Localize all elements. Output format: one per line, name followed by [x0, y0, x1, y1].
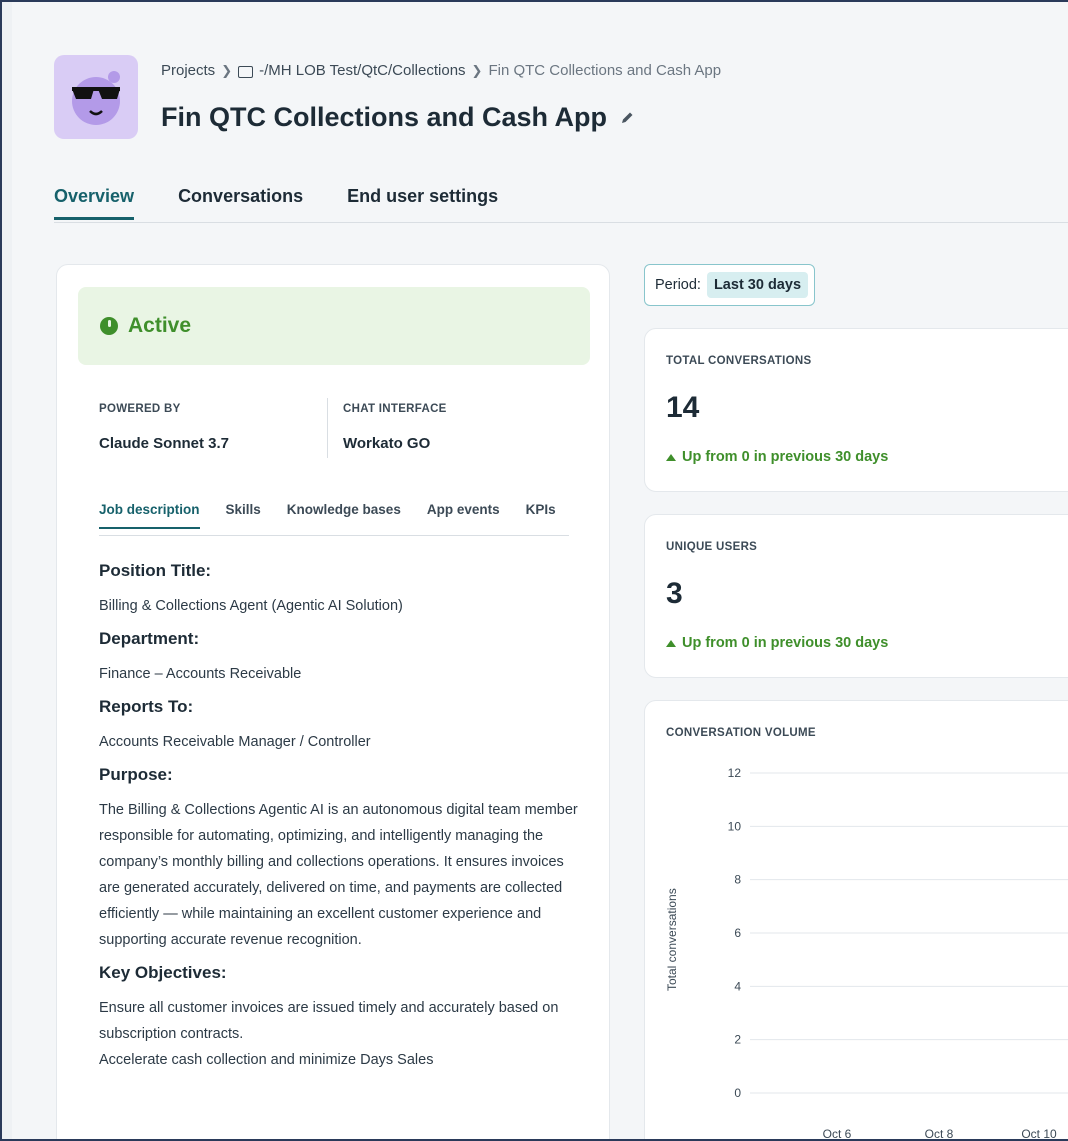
objectives-heading: Key Objectives:	[99, 963, 227, 982]
job-description: Position Title: Billing & Collections Ag…	[99, 561, 579, 1083]
tab-conversations[interactable]: Conversations	[178, 186, 303, 220]
reports-to-text: Accounts Receivable Manager / Controller	[99, 734, 371, 750]
x-tick-label: Oct 8	[925, 1127, 954, 1139]
conversation-volume-card: CONVERSATION VOLUME Total conversations …	[644, 700, 1068, 1139]
objective-1: Ensure all customer invoices are issued …	[99, 1000, 559, 1042]
app-frame: Projects ❯ -/MH LOB Test/QtC/Collections…	[2, 2, 1068, 1139]
tab-divider	[54, 222, 1068, 223]
unique-users-trend: Up from 0 in previous 30 days	[666, 635, 888, 651]
period-label: Period:	[655, 277, 701, 293]
y-tick-label: 12	[728, 766, 742, 780]
subtab-divider	[99, 535, 569, 536]
breadcrumb-current: Fin QTC Collections and Cash App	[488, 62, 722, 79]
y-tick-label: 10	[728, 819, 742, 833]
position-title-text: Billing & Collections Agent (Agentic AI …	[99, 598, 403, 614]
total-conversations-card: TOTAL CONVERSATIONS 14 Up from 0 in prev…	[644, 328, 1068, 492]
overview-page: Projects ❯ -/MH LOB Test/QtC/Collections…	[12, 2, 1068, 1139]
unique-users-trend-text: Up from 0 in previous 30 days	[682, 635, 889, 651]
objective-2: Accelerate cash collection and minimize …	[99, 1052, 434, 1068]
purpose-heading: Purpose:	[99, 765, 173, 784]
pencil-icon[interactable]	[619, 110, 635, 126]
arrow-up-icon	[666, 639, 676, 647]
page-title-row: Fin QTC Collections and Cash App	[161, 102, 635, 133]
agent-details-card: Active POWERED BY Claude Sonnet 3.7 CHAT…	[56, 264, 610, 1139]
unique-users-value: 3	[666, 577, 683, 610]
power-icon	[100, 317, 118, 335]
folder-icon	[238, 65, 254, 78]
main-tabs: Overview Conversations End user settings	[54, 186, 498, 220]
y-tick-label: 2	[734, 1033, 741, 1047]
arrow-up-icon	[666, 453, 676, 461]
period-value: Last 30 days	[706, 272, 809, 298]
period-selector[interactable]: Period: Last 30 days	[644, 264, 816, 306]
conversation-volume-chart: 0 2 4 6 8 10 12 Oct 6 Oct 8 Oct 10	[728, 766, 1068, 1139]
agent-face-icon	[72, 71, 120, 125]
chevron-right-icon: ❯	[221, 62, 233, 78]
tab-end-user-settings[interactable]: End user settings	[347, 186, 498, 220]
y-tick-label: 8	[734, 873, 741, 887]
subtab-skills[interactable]: Skills	[226, 502, 261, 529]
subtab-app-events[interactable]: App events	[427, 502, 500, 529]
status-banner: Active	[78, 287, 590, 365]
position-title-heading: Position Title:	[99, 561, 212, 580]
chevron-right-icon: ❯	[471, 62, 483, 78]
powered-by-label: POWERED BY	[99, 403, 181, 415]
y-tick-label: 6	[734, 926, 741, 940]
reports-to-heading: Reports To:	[99, 697, 194, 716]
y-tick-label: 4	[734, 979, 741, 993]
x-tick-label: Oct 10	[1021, 1127, 1057, 1139]
meta-divider	[327, 398, 328, 458]
total-conversations-trend-text: Up from 0 in previous 30 days	[682, 449, 889, 465]
tab-overview[interactable]: Overview	[54, 186, 135, 220]
subtab-job-description[interactable]: Job description	[99, 502, 200, 529]
purpose-text: The Billing & Collections Agentic AI is …	[99, 802, 578, 948]
y-tick-label: 0	[734, 1086, 741, 1100]
chat-interface-label: CHAT INTERFACE	[343, 403, 447, 415]
unique-users-label: UNIQUE USERS	[666, 541, 758, 553]
total-conversations-label: TOTAL CONVERSATIONS	[666, 355, 812, 367]
x-tick-label: Oct 6	[823, 1127, 852, 1139]
detail-subtabs: Job description Skills Knowledge bases A…	[99, 502, 556, 529]
total-conversations-value: 14	[666, 391, 700, 424]
breadcrumb-folder[interactable]: -/MH LOB Test/QtC/Collections	[259, 62, 465, 79]
subtab-knowledge-bases[interactable]: Knowledge bases	[287, 502, 401, 529]
agent-avatar	[54, 55, 138, 139]
powered-by-value: Claude Sonnet 3.7	[99, 435, 230, 452]
unique-users-card: UNIQUE USERS 3 Up from 0 in previous 30 …	[644, 514, 1068, 678]
department-text: Finance – Accounts Receivable	[99, 666, 302, 682]
breadcrumb-projects[interactable]: Projects	[161, 62, 215, 79]
page-title: Fin QTC Collections and Cash App	[161, 102, 608, 132]
department-heading: Department:	[99, 629, 200, 648]
chat-interface-value: Workato GO	[343, 435, 431, 452]
total-conversations-trend: Up from 0 in previous 30 days	[666, 449, 888, 465]
breadcrumb: Projects ❯ -/MH LOB Test/QtC/Collections…	[161, 62, 721, 79]
status-label: Active	[128, 314, 192, 337]
subtab-kpis[interactable]: KPIs	[526, 502, 556, 529]
